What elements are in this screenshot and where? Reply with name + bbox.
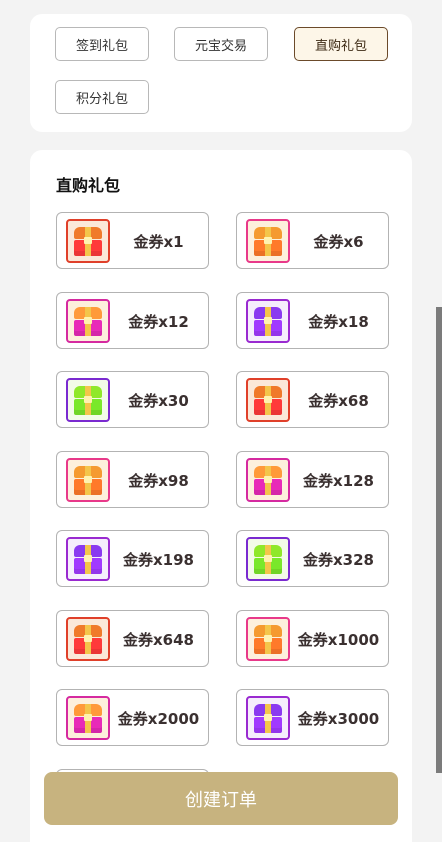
package-item[interactable]: 金券x18	[236, 292, 389, 349]
package-item[interactable]: 金券x6	[236, 212, 389, 269]
package-item[interactable]: 金券x128	[236, 451, 389, 508]
chest-pink-icon	[246, 458, 290, 502]
package-item[interactable]: 金券x12	[56, 292, 209, 349]
package-label: 金券x328	[303, 551, 374, 569]
package-label: 金券x30	[128, 392, 189, 410]
package-item[interactable]: 金券x3000	[236, 689, 389, 746]
chest-purple-icon	[246, 696, 290, 740]
section-title: 直购礼包	[56, 176, 121, 195]
package-item[interactable]: 金券x2000	[56, 689, 209, 746]
package-label: 金券x98	[128, 472, 189, 490]
tab-checkin-gift[interactable]: 签到礼包	[55, 27, 149, 61]
package-label: 金券x3000	[297, 710, 380, 728]
package-item[interactable]: 金券x328	[236, 530, 389, 587]
chest-purple-icon	[246, 299, 290, 343]
package-label: 金券x1000	[297, 631, 380, 649]
package-label: 金券x18	[308, 313, 369, 331]
chest-green-icon	[246, 537, 290, 581]
package-label: 金券x6	[313, 233, 364, 251]
package-item[interactable]: 金券x68	[236, 371, 389, 428]
chest-purple-icon	[66, 537, 110, 581]
tab-direct-purchase-gift[interactable]: 直购礼包	[294, 27, 388, 61]
chest-pink-icon	[66, 299, 110, 343]
chest-green-icon	[66, 378, 110, 422]
package-item[interactable]: 金券x198	[56, 530, 209, 587]
chest-red-icon	[66, 219, 110, 263]
chest-red-icon	[66, 617, 110, 661]
package-label: 金券x68	[308, 392, 369, 410]
package-label: 金券x1	[133, 233, 184, 251]
package-list-card: 直购礼包 金券x1 金券x6 金券x12 金券x18 金券x30 金券x68 金券x98 金券…	[30, 150, 412, 842]
package-item[interactable]: 金券x30	[56, 371, 209, 428]
chest-orange-icon	[66, 458, 110, 502]
chest-orange-icon	[246, 617, 290, 661]
package-item[interactable]: 金券x1000	[236, 610, 389, 667]
package-item[interactable]: 金券x98	[56, 451, 209, 508]
package-label: 金券x198	[123, 551, 194, 569]
package-label: 金券x648	[123, 631, 194, 649]
package-item[interactable]: 金券x1	[56, 212, 209, 269]
package-item[interactable]: 金券x648	[56, 610, 209, 667]
tab-points-gift[interactable]: 积分礼包	[55, 80, 149, 114]
create-order-button[interactable]: 创建订单	[44, 772, 398, 825]
page: 签到礼包 元宝交易 直购礼包 积分礼包 直购礼包 金券x1 金券x6 金券x12 金券…	[0, 0, 442, 842]
chest-pink-icon	[66, 696, 110, 740]
gift-category-tabs: 签到礼包 元宝交易 直购礼包 积分礼包	[30, 14, 412, 132]
package-label: 金券x2000	[117, 710, 200, 728]
package-label: 金券x12	[128, 313, 189, 331]
chest-orange-icon	[246, 219, 290, 263]
chest-red-icon	[246, 378, 290, 422]
package-label: 金券x128	[303, 472, 374, 490]
scrollbar[interactable]	[436, 307, 442, 773]
tab-ingot-trade[interactable]: 元宝交易	[174, 27, 268, 61]
